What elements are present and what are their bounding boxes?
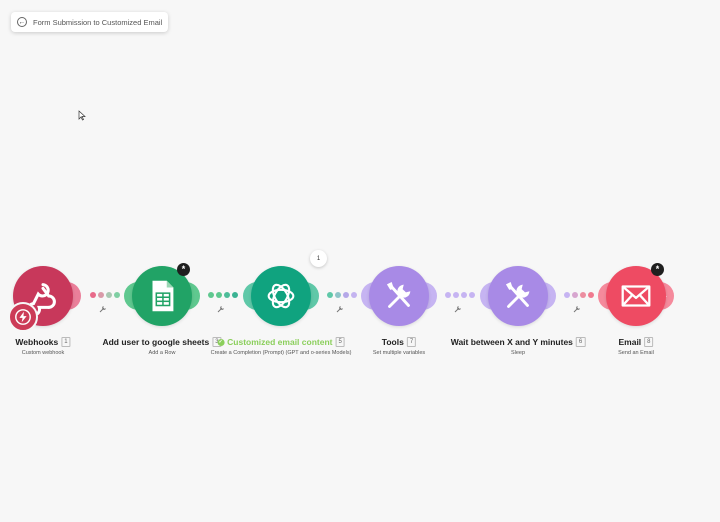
module-subtitle: Sleep [510,350,526,356]
wrench-icon[interactable] [454,305,462,313]
wrench-icon[interactable] [99,305,107,313]
openai-icon [267,283,295,309]
arrow-left-icon: ← [17,17,27,27]
tools-icon [505,282,530,308]
module-google-sheets[interactable]: * [124,263,200,326]
module-index: 7 [406,337,417,347]
module-subtitle: Send an Email [618,350,654,356]
route-connector[interactable] [90,292,120,298]
wrench-icon[interactable] [573,305,581,313]
module-subtitle: Set multiple variables [372,350,426,356]
module-index: 5 [335,337,345,347]
operations-count-bubble[interactable]: 1 [310,250,327,267]
tools-icon [386,282,411,308]
star-badge: * [651,263,664,276]
mouse-cursor-icon [78,110,86,121]
tools-disc[interactable] [369,266,429,326]
module-label-email: Email 8 Send an Email [618,337,654,356]
module-label-tools: Tools 7 Set multiple variables [373,337,425,356]
module-label-google-sheets: Add user to google sheets3 Add a Row [102,337,222,356]
scenario-title: Form Submission to Customized Email [33,17,163,27]
module-subtitle: Add a Row [148,350,176,356]
envelope-icon [621,285,651,307]
wrench-icon[interactable] [217,305,225,313]
sleep-disc[interactable] [488,266,548,326]
route-connector[interactable] [208,292,238,298]
check-icon: ✓ [217,338,225,346]
lightning-icon [15,309,31,325]
module-title: Customized email content [227,337,333,347]
module-title: Webhooks [15,337,59,347]
module-subtitle: Custom webhook [21,350,65,356]
module-label-openai: ✓ Customized email content 5 Create a Comp… [210,337,352,356]
route-connector[interactable] [327,292,357,298]
wrench-icon[interactable] [336,305,344,313]
module-openai[interactable] [243,266,319,326]
module-label-webhooks: Webhooks 1 Custom webhook [15,337,71,356]
google-sheets-icon [152,280,174,312]
module-tools[interactable] [361,266,437,326]
module-title: Tools [381,337,404,347]
module-sleep[interactable] [480,266,556,326]
openai-disc[interactable] [251,266,311,326]
instant-trigger-badge [8,302,38,332]
module-title: Wait between X and Y minutes [450,337,573,347]
route-connector[interactable] [445,292,475,298]
module-index: 6 [575,337,586,347]
module-subtitle: Create a Completion (Prompt) (GPT and o-… [210,350,352,356]
route-connector[interactable] [564,292,594,298]
module-index: 1 [61,337,71,347]
module-index: 8 [644,337,654,347]
module-title: Email [618,337,642,347]
back-to-scenarios-button[interactable]: ← Form Submission to Customized Email [11,12,168,32]
module-email[interactable]: + * [598,263,674,326]
star-badge: * [177,263,190,276]
module-label-sleep: Wait between X and Y minutes 6 Sleep [451,337,586,356]
module-title: Add user to google sheets [102,337,210,347]
